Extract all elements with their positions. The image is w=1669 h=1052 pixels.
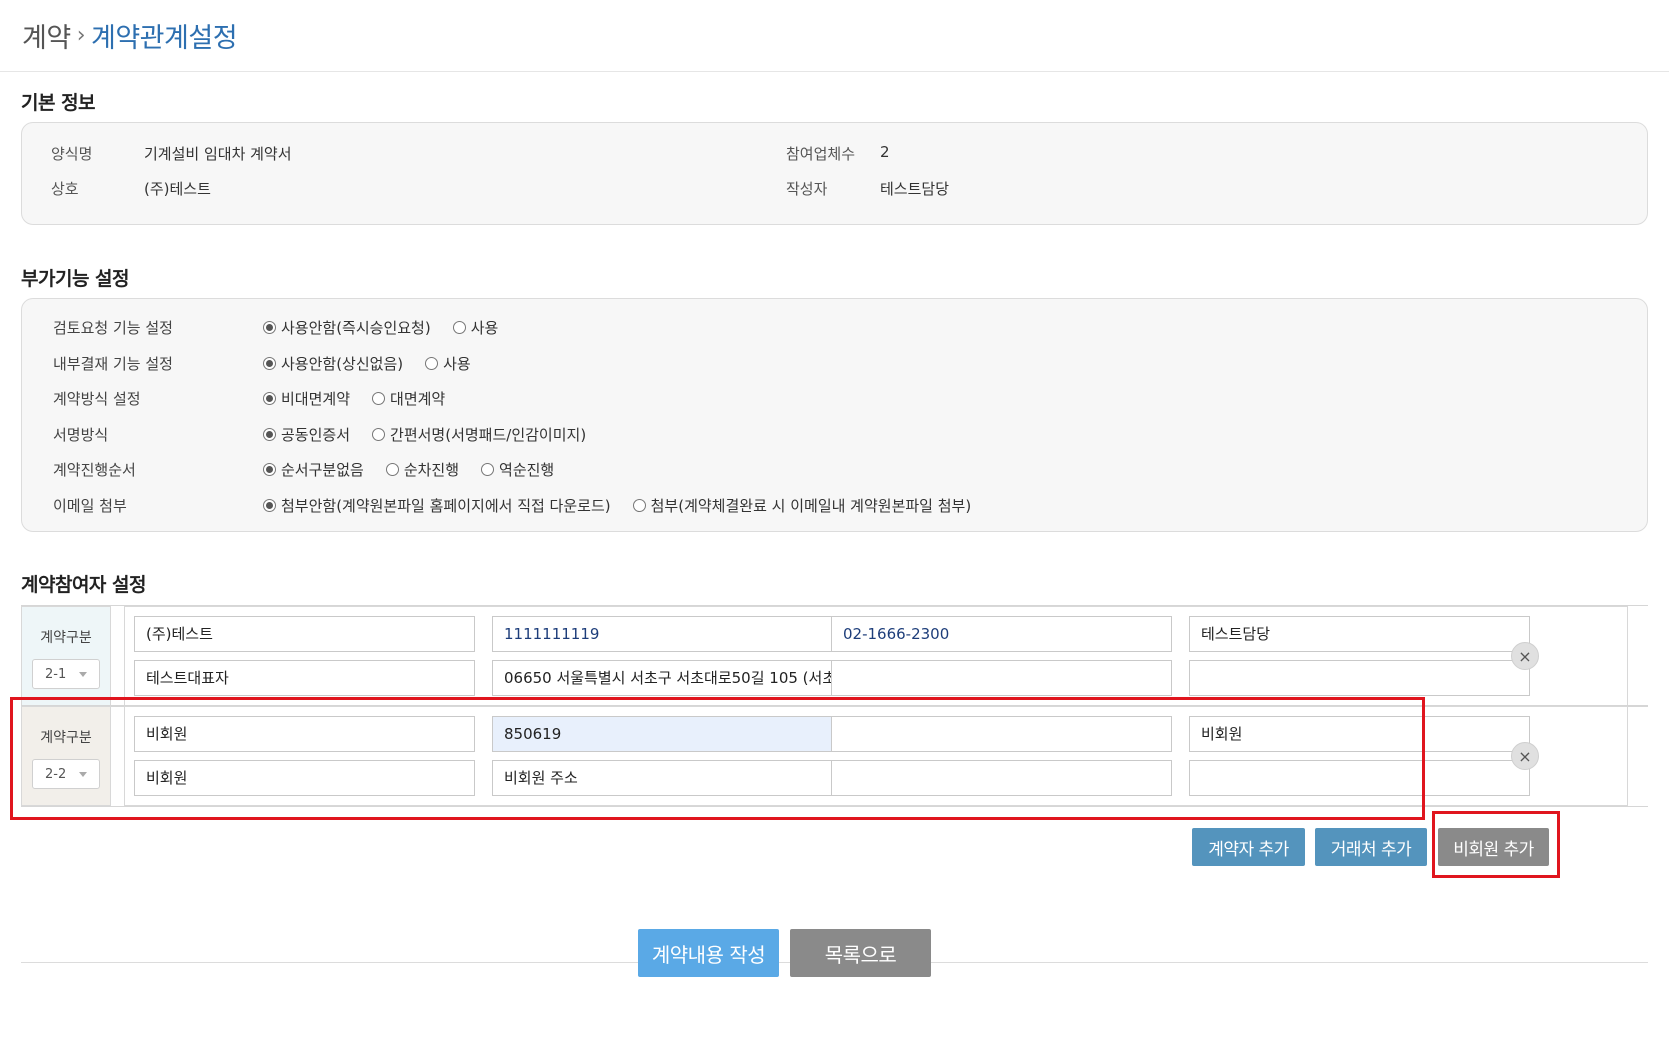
option-radio[interactable]: 첨부(계약체결완료 시 이메일내 계약원본파일 첨부): [632, 495, 972, 516]
highlight-box-participant: [10, 697, 1425, 820]
option-radio-label: 순서구분없음: [281, 460, 364, 479]
option-label: 서명방식: [53, 425, 109, 444]
option-radio[interactable]: 대면계약: [372, 388, 445, 409]
option-radio-label: 공동인증서: [281, 425, 351, 444]
breadcrumb-current: 계약관계설정: [91, 23, 238, 54]
option-radio[interactable]: 사용: [425, 353, 471, 374]
option-radio[interactable]: 사용안함(상신없음): [263, 353, 403, 374]
company-value: (주)테스트: [144, 180, 211, 198]
radio-icon[interactable]: [372, 391, 386, 405]
basic-info-box: 양식명 기계설비 임대차 계약서 상호 (주)테스트 참여업체수 2 작성자 테…: [21, 122, 1648, 225]
option-radio-label: 사용안함(상신없음): [281, 354, 404, 373]
company-label: 상호: [51, 178, 79, 199]
participant-type-cell: 계약구분 2-1: [21, 606, 111, 706]
option-row: 내부결재 기능 설정 사용안함(상신없음) 사용: [53, 351, 493, 375]
radio-icon[interactable]: [263, 391, 276, 405]
radio-icon[interactable]: [632, 498, 646, 512]
radio-icon[interactable]: [263, 320, 276, 334]
radio-icon[interactable]: [372, 427, 386, 441]
breadcrumb: 계약 › 계약관계설정: [22, 16, 1647, 55]
add-nonmember-button[interactable]: 비회원 추가: [1438, 828, 1549, 866]
breadcrumb-parent[interactable]: 계약: [22, 16, 71, 55]
add-contractor-button[interactable]: 계약자 추가: [1192, 828, 1305, 866]
basic-info-title: 기본 정보: [21, 92, 96, 114]
options-box: 검토요청 기능 설정 사용안함(즉시승인요청) 사용 내부결재 기능 설정 사용안함(상…: [21, 298, 1648, 532]
author-value: 테스트담당: [880, 180, 950, 198]
option-radio[interactable]: 사용안함(즉시승인요청): [263, 317, 431, 338]
page-header: 계약 › 계약관계설정: [0, 0, 1669, 72]
option-radio[interactable]: 첨부안함(계약원본파일 홈페이지에서 직접 다운로드): [263, 495, 611, 516]
form-name-label: 양식명: [51, 145, 93, 163]
form-name-row: 양식명: [51, 143, 92, 164]
option-radio-label: 사용: [443, 354, 471, 373]
participant-bizno-field[interactable]: 1111111119: [492, 616, 833, 652]
participant-block-1: 계약구분 2-1 (주)테스트 1111111119 02-1666-2300 …: [21, 605, 1648, 707]
option-radio-label: 첨부안함(계약원본파일 홈페이지에서 직접 다운로드): [281, 496, 611, 515]
radio-icon[interactable]: [452, 320, 466, 334]
options-title: 부가기능 설정: [21, 268, 130, 290]
write-contract-button[interactable]: 계약내용 작성: [638, 929, 779, 977]
option-radio-label: 첨부(계약체결완료 시 이메일내 계약원본파일 첨부): [650, 496, 972, 515]
option-row: 검토요청 기능 설정 사용안함(즉시승인요청) 사용: [53, 315, 520, 339]
radio-icon[interactable]: [263, 462, 276, 476]
participant-representative-field[interactable]: 테스트대표자: [134, 660, 475, 696]
participant-manager-field[interactable]: 테스트담당: [1189, 616, 1530, 652]
add-partner-button[interactable]: 거래처 추가: [1315, 828, 1427, 866]
author-label: 작성자: [786, 178, 827, 199]
option-radio-label: 대면계약: [390, 389, 446, 408]
option-radio[interactable]: 간편서명(서명패드/인감이미지): [372, 424, 586, 445]
option-label: 이메일 첨부: [53, 496, 127, 515]
participant-fields: (주)테스트 1111111119 02-1666-2300 테스트담당 테스트…: [124, 606, 1628, 706]
participant-phone-field[interactable]: 02-1666-2300: [831, 616, 1172, 652]
participant-extra-field-2[interactable]: [1189, 660, 1530, 696]
radio-icon[interactable]: [263, 498, 276, 512]
company-label-text: 상호: [51, 180, 79, 198]
option-radio[interactable]: 사용: [452, 317, 499, 338]
participants-count-value: 2: [880, 143, 890, 161]
option-radio-label: 역순진행: [499, 460, 555, 479]
option-row: 계약진행순서 순서구분없음 순차진행 역순진행: [53, 457, 576, 481]
option-label: 계약방식 설정: [53, 389, 141, 408]
remove-participant-2-close-icon[interactable]: ×: [1511, 742, 1539, 770]
participant-company-field[interactable]: (주)테스트: [134, 616, 475, 652]
option-radio[interactable]: 공동인증서: [263, 424, 350, 445]
option-row: 이메일 첨부 첨부안함(계약원본파일 홈페이지에서 직접 다운로드) 첨부(계약체결…: [53, 493, 993, 517]
back-to-list-button[interactable]: 목록으로: [790, 929, 931, 977]
form-name-value: 기계설비 임대차 계약서: [144, 145, 292, 163]
remove-participant-1-close-icon[interactable]: ×: [1511, 642, 1539, 670]
participants-count-label: 참여업체수: [786, 143, 855, 164]
breadcrumb-separator-icon: ›: [76, 23, 86, 48]
option-radio-label: 사용안함(즉시승인요청): [281, 318, 431, 337]
participant-type-select[interactable]: 2-1: [32, 659, 100, 689]
radio-icon[interactable]: [425, 356, 439, 370]
option-label: 계약진행순서: [53, 460, 136, 479]
radio-icon[interactable]: [481, 462, 495, 476]
option-label: 내부결재 기능 설정: [53, 354, 173, 373]
radio-icon[interactable]: [263, 427, 276, 441]
option-label: 검토요청 기능 설정: [53, 318, 173, 337]
participants-count-label-text: 참여업체수: [786, 145, 856, 163]
radio-icon[interactable]: [385, 462, 399, 476]
participant-type-label: 계약구분: [40, 630, 92, 646]
option-radio-label: 순차진행: [403, 460, 460, 479]
option-row: 계약방식 설정 비대면계약 대면계약: [53, 386, 467, 410]
author-label-text: 작성자: [786, 180, 828, 198]
option-radio-label: 간편서명(서명패드/인감이미지): [390, 425, 587, 444]
option-radio-label: 사용: [470, 318, 499, 337]
participant-extra-field-1[interactable]: [831, 660, 1172, 696]
participant-address-field[interactable]: 06650 서울특별시 서초구 서초대로50길 105 (서초: [492, 660, 833, 696]
option-radio-label: 비대면계약: [281, 389, 351, 408]
radio-icon[interactable]: [263, 356, 276, 370]
option-radio[interactable]: 순서구분없음: [263, 459, 364, 480]
option-radio[interactable]: 순차진행: [385, 459, 460, 480]
option-row: 서명방식 공동인증서 간편서명(서명패드/인감이미지): [53, 422, 608, 446]
option-radio[interactable]: 비대면계약: [263, 388, 350, 409]
option-radio[interactable]: 역순진행: [481, 459, 554, 480]
participants-title: 계약참여자 설정: [21, 574, 146, 596]
